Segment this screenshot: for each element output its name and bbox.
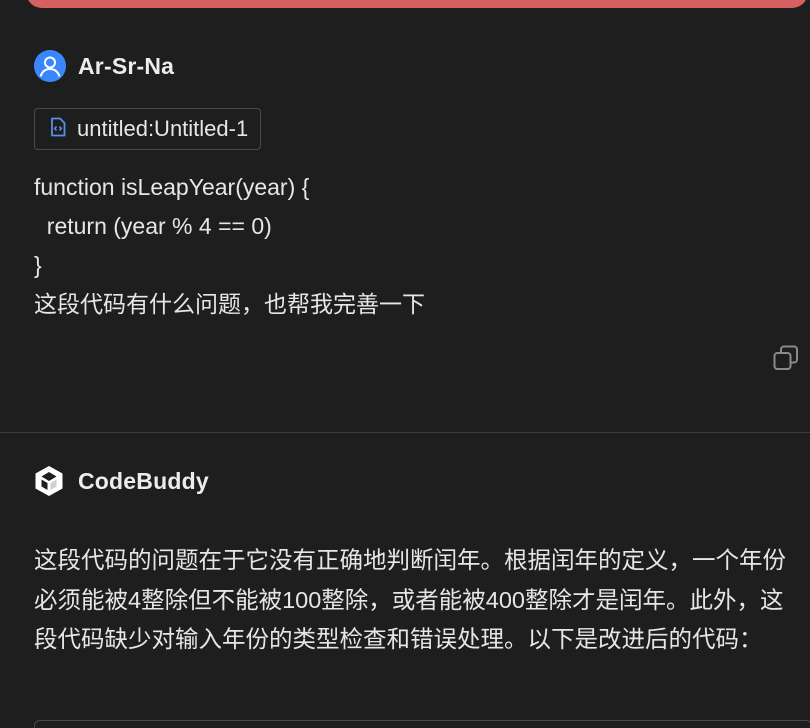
user-question: 这段代码有什么问题，也帮我完善一下 (34, 291, 425, 317)
chat-panel: Ar-Sr-Na untitled:Untitled-1 function is… (0, 0, 810, 728)
user-message-header: Ar-Sr-Na (34, 50, 174, 82)
user-code-snippet: function isLeapYear(year) { return (year… (34, 168, 309, 285)
assistant-message-header: CodeBuddy (34, 465, 209, 497)
previous-message-banner (26, 0, 808, 8)
user-name: Ar-Sr-Na (78, 52, 175, 79)
answer-code-block (34, 720, 810, 728)
code-line: } (34, 252, 42, 278)
message-divider (0, 432, 810, 433)
user-avatar-icon (34, 50, 66, 82)
code-file-icon (49, 117, 67, 142)
code-line: function isLeapYear(year) { (34, 174, 310, 200)
assistant-name: CodeBuddy (78, 467, 209, 494)
code-line: return (year % 4 == 0) (34, 213, 272, 239)
attached-file-name: untitled:Untitled-1 (77, 116, 249, 141)
attached-file-chip[interactable]: untitled:Untitled-1 (34, 108, 262, 150)
assistant-answer: 这段代码的问题在于它没有正确地判断闰年。根据闰年的定义，一个年份必须能被4整除但… (34, 547, 786, 652)
codebuddy-logo-icon (34, 465, 64, 497)
copy-icon[interactable] (772, 344, 800, 372)
